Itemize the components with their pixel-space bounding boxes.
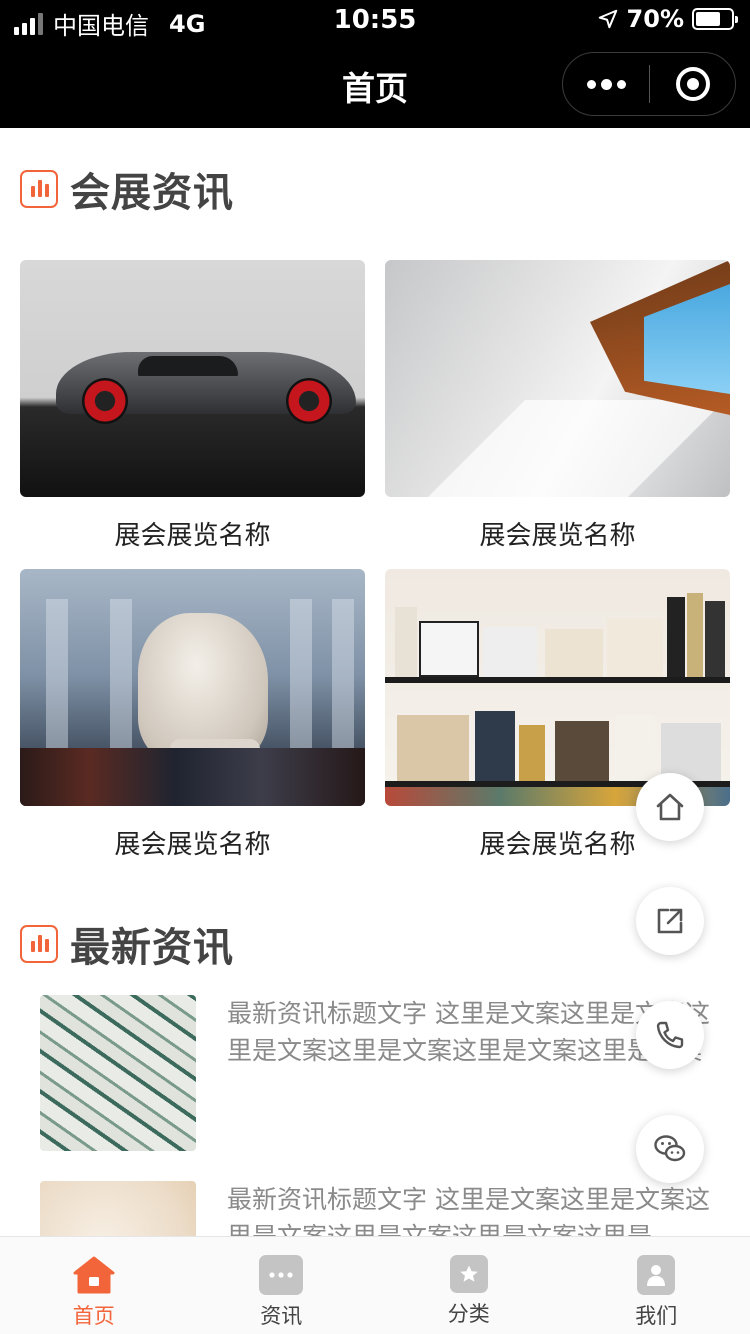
home-icon [656, 793, 684, 821]
wechat-icon [654, 1135, 686, 1162]
share-icon [657, 908, 683, 934]
sunlit-room-image [385, 260, 730, 497]
page: 中国电信 4G 10:55 70% 首页 会展资讯 展会展览名称 展会展览名称 … [0, 0, 750, 1334]
float-phone-button[interactable] [636, 1001, 704, 1069]
mini-program-capsule [562, 52, 736, 116]
location-arrow-icon [598, 9, 617, 29]
news-section-header: 最新资讯 [20, 915, 234, 973]
tab-label: 首页 [72, 1304, 115, 1328]
battery-icon [692, 8, 738, 30]
status-right: 70% [597, 5, 738, 33]
bar-chart-icon [20, 170, 58, 208]
float-home-button[interactable] [636, 773, 704, 841]
battery-fill [696, 12, 720, 26]
tab-label: 资讯 [260, 1304, 303, 1328]
news-thumbnail [40, 995, 196, 1151]
expo-name: 展会展览名称 [114, 830, 271, 860]
sports-car-image [20, 260, 365, 497]
tab-category[interactable]: 分类 [375, 1237, 563, 1334]
tab-bar: 首页 资讯 分类 我们 [0, 1236, 750, 1334]
expo-section-header: 会展资讯 [20, 160, 234, 218]
status-bar: 中国电信 4G 10:55 70% [0, 0, 750, 40]
expo-card[interactable]: 展会展览名称 [20, 260, 365, 552]
tab-label: 分类 [447, 1302, 490, 1326]
expo-name: 展会展览名称 [479, 521, 636, 551]
expo-name: 展会展览名称 [114, 521, 271, 551]
close-capsule-button[interactable] [650, 53, 735, 115]
float-wechat-button[interactable] [636, 1115, 704, 1183]
expo-section-title: 会展资讯 [70, 170, 234, 216]
news-list-item[interactable]: 最新资讯标题文字 这里是文案这里是文案这里是文案这里是文案这里是文案这里是文案 [40, 995, 710, 1151]
tab-news[interactable]: 资讯 [188, 1237, 376, 1334]
tab-label: 我们 [635, 1304, 678, 1328]
expo-card[interactable]: 展会展览名称 [20, 569, 365, 861]
chat-bubble-icon [259, 1255, 304, 1295]
star-icon [449, 1255, 488, 1293]
statue-bust-image [20, 569, 365, 806]
battery-percent: 70% [626, 5, 684, 33]
user-icon [637, 1255, 676, 1295]
tab-about[interactable]: 我们 [563, 1237, 750, 1334]
bookshelf-image [385, 569, 730, 806]
expo-card[interactable]: 展会展览名称 [385, 260, 730, 552]
float-share-button[interactable] [636, 887, 704, 955]
target-circle-icon [675, 67, 710, 101]
news-section-title: 最新资讯 [70, 925, 234, 971]
home-icon [73, 1256, 115, 1294]
more-dots-icon[interactable] [563, 53, 649, 115]
nav-bar: 首页 [0, 40, 750, 128]
tab-home[interactable]: 首页 [0, 1237, 188, 1334]
phone-icon [656, 1021, 684, 1049]
bar-chart-icon [20, 925, 58, 963]
